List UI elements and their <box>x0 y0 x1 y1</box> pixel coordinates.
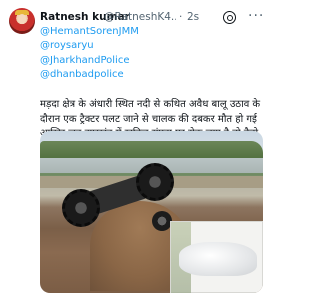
timestamp[interactable]: 2s <box>187 9 199 25</box>
tractor-wheel <box>62 189 100 227</box>
avatar-face <box>18 14 26 24</box>
more-options-icon[interactable]: ··· <box>248 9 263 25</box>
mention-link[interactable]: @HemantSorenJMM <box>40 25 265 39</box>
tweet-card: Ratnesh kumar @RatneshK4... · 2s ··· @He… <box>0 0 269 300</box>
mention-link[interactable]: @dhanbadpolice <box>40 68 265 82</box>
overturned-tractor <box>60 163 175 233</box>
tractor-front-wheel <box>152 211 172 231</box>
mention-link[interactable]: @JharkhandPolice <box>40 54 265 68</box>
mention-link[interactable]: @roysaryu <box>40 39 265 53</box>
grok-circle-icon[interactable] <box>223 11 237 25</box>
inset-photo <box>170 221 263 293</box>
mentions-list: @HemantSorenJMM @roysaryu @JharkhandPoli… <box>40 25 265 82</box>
separator-dot: · <box>179 11 183 23</box>
tweet-photo[interactable] <box>40 131 263 293</box>
covered-body <box>179 242 257 276</box>
photo-trees <box>40 141 263 159</box>
author-handle[interactable]: @RatneshK4... <box>104 9 176 25</box>
tractor-wheel <box>136 163 174 201</box>
avatar[interactable] <box>9 8 35 34</box>
